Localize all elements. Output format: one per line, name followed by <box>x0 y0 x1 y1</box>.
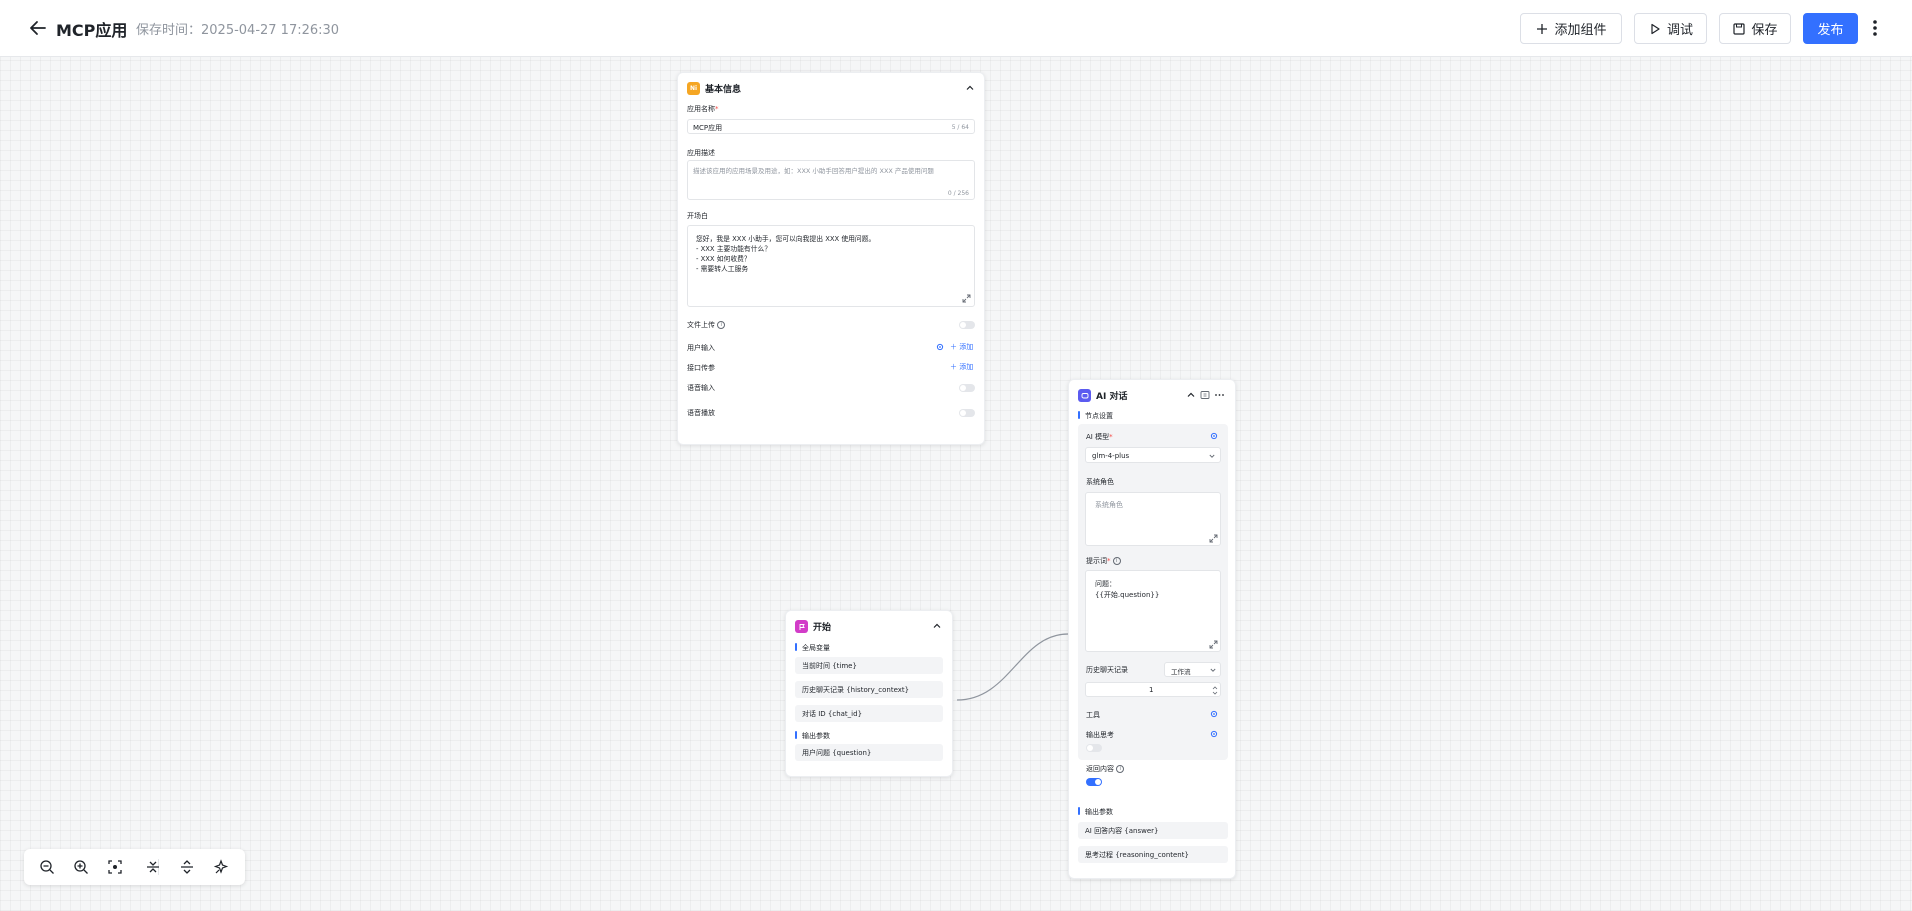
user-input-add-button[interactable]: ＋ 添加 <box>950 342 973 352</box>
global-var-row: 历史聊天记录 {history_context} <box>795 681 943 698</box>
opening-textarea[interactable]: 您好，我是 XXX 小助手，您可以向我提出 XXX 使用问题。 - XXX 主要… <box>687 225 975 307</box>
return-content-toggle[interactable] <box>1086 778 1102 786</box>
collapse-chevron-icon[interactable] <box>965 83 975 93</box>
chevron-down-icon <box>1210 668 1216 672</box>
start-title: 开始 <box>813 623 832 633</box>
file-upload-label: 文件上传 i <box>687 320 726 330</box>
api-param-label: 接口传参 <box>687 364 715 372</box>
expand-icon[interactable] <box>962 294 971 303</box>
prompt-label: 提示词* i <box>1086 556 1121 566</box>
file-upload-toggle[interactable] <box>959 321 975 329</box>
chevron-down-icon <box>1209 454 1215 458</box>
info-icon: i <box>717 321 726 329</box>
ai-model-label: AI 模型* <box>1086 433 1113 441</box>
tools-label: 工具 <box>1086 711 1100 719</box>
base-info-icon: Ni <box>687 82 700 95</box>
zoom-out-icon[interactable] <box>38 858 56 876</box>
base-info-title: 基本信息 <box>705 85 742 95</box>
global-var-row: 对话 ID {chat_id} <box>795 705 943 722</box>
opening-label: 开场白 <box>687 212 708 220</box>
collapse-chevron-icon[interactable] <box>1186 390 1196 400</box>
info-icon: i <box>1116 765 1125 773</box>
beautify-icon[interactable] <box>212 858 230 876</box>
output-params-label: 输出参数 <box>1085 808 1113 816</box>
ai-chat-header: AI 对话 <box>1078 389 1127 402</box>
output-params-label: 输出参数 <box>802 732 830 740</box>
zoom-in-icon[interactable] <box>72 858 90 876</box>
section-marker <box>795 731 797 739</box>
app-name-input[interactable]: MCP应用 5 / 64 <box>687 119 975 134</box>
ai-chat-title: AI 对话 <box>1096 392 1128 402</box>
app-name-label: 应用名称* <box>687 105 719 113</box>
fit-view-icon[interactable] <box>106 858 124 876</box>
base-info-header: Ni 基本信息 <box>687 82 741 95</box>
prompt-textarea[interactable]: 问题： {{开始.question}} <box>1085 570 1221 652</box>
info-icon: i <box>1112 557 1121 565</box>
thinking-settings-icon[interactable] <box>1210 730 1218 738</box>
node-settings-label: 节点设置 <box>1085 412 1113 420</box>
app-name-count: 5 / 64 <box>951 124 969 131</box>
app-desc-textarea[interactable]: 描述该应用的应用场景及用途，如：XXX 小助手回答用户提出的 XXX 产品使用问… <box>687 160 975 200</box>
model-settings-icon[interactable] <box>1210 432 1218 440</box>
voice-play-toggle[interactable] <box>959 409 975 417</box>
settings-icon[interactable] <box>936 343 944 351</box>
history-label: 历史聊天记录 <box>1086 666 1128 674</box>
start-node[interactable]: 开始 全局变量 当前时间 {time} 历史聊天记录 {history_cont… <box>785 610 953 777</box>
system-role-textarea[interactable]: 系统角色 <box>1085 492 1221 546</box>
app-desc-label: 应用描述 <box>687 149 715 157</box>
voice-input-label: 语音输入 <box>687 384 715 392</box>
expand-icon[interactable] <box>1209 640 1218 649</box>
history-count-stepper[interactable]: 1 <box>1085 682 1221 697</box>
output-thinking-toggle[interactable] <box>1086 744 1102 752</box>
base-info-node[interactable]: Ni 基本信息 应用名称* MCP应用 5 / 64 应用描述 描述该应用的应用… <box>677 72 985 445</box>
section-marker <box>1078 807 1080 815</box>
voice-play-label: 语音播放 <box>687 409 715 417</box>
global-var-row: 当前时间 {time} <box>795 657 943 674</box>
global-vars-label: 全局变量 <box>802 644 830 652</box>
collapse-all-icon[interactable] <box>144 858 162 876</box>
section-marker <box>795 643 797 651</box>
history-type-select[interactable]: 工作流 <box>1164 662 1221 677</box>
start-header: 开始 <box>795 620 831 633</box>
expand-all-icon[interactable] <box>178 858 196 876</box>
ai-model-select[interactable]: glm-4-plus <box>1085 447 1221 463</box>
output-var-row: AI 回答内容 {answer} <box>1078 822 1228 839</box>
app-desc-count: 0 / 256 <box>947 190 969 197</box>
settings-panel-icon[interactable] <box>1200 390 1210 400</box>
section-marker <box>1078 411 1080 419</box>
ai-chat-node[interactable]: AI 对话 节点设置 AI 模型* glm-4-plus 系统角色 系统角色 提… <box>1068 379 1236 879</box>
canvas-control-bar <box>24 849 245 885</box>
ai-chat-icon <box>1078 389 1091 402</box>
collapse-chevron-icon[interactable] <box>932 621 942 631</box>
system-role-label: 系统角色 <box>1086 478 1114 486</box>
user-input-label: 用户输入 <box>687 344 715 352</box>
api-param-add-button[interactable]: ＋ 添加 <box>950 362 973 372</box>
output-var-row: 用户问题 {question} <box>795 744 943 761</box>
output-var-row: 思考过程 {reasoning_content} <box>1078 846 1228 863</box>
output-thinking-label: 输出思考 <box>1086 731 1114 739</box>
voice-input-toggle[interactable] <box>959 384 975 392</box>
expand-icon[interactable] <box>1209 534 1218 543</box>
more-horizontal-icon[interactable] <box>1214 390 1225 400</box>
tools-settings-icon[interactable] <box>1210 710 1218 718</box>
connector-path <box>956 633 1069 701</box>
start-flag-icon <box>795 620 808 633</box>
return-content-label: 返回内容 i <box>1086 764 1125 774</box>
stepper-arrows-icon[interactable] <box>1211 685 1219 696</box>
